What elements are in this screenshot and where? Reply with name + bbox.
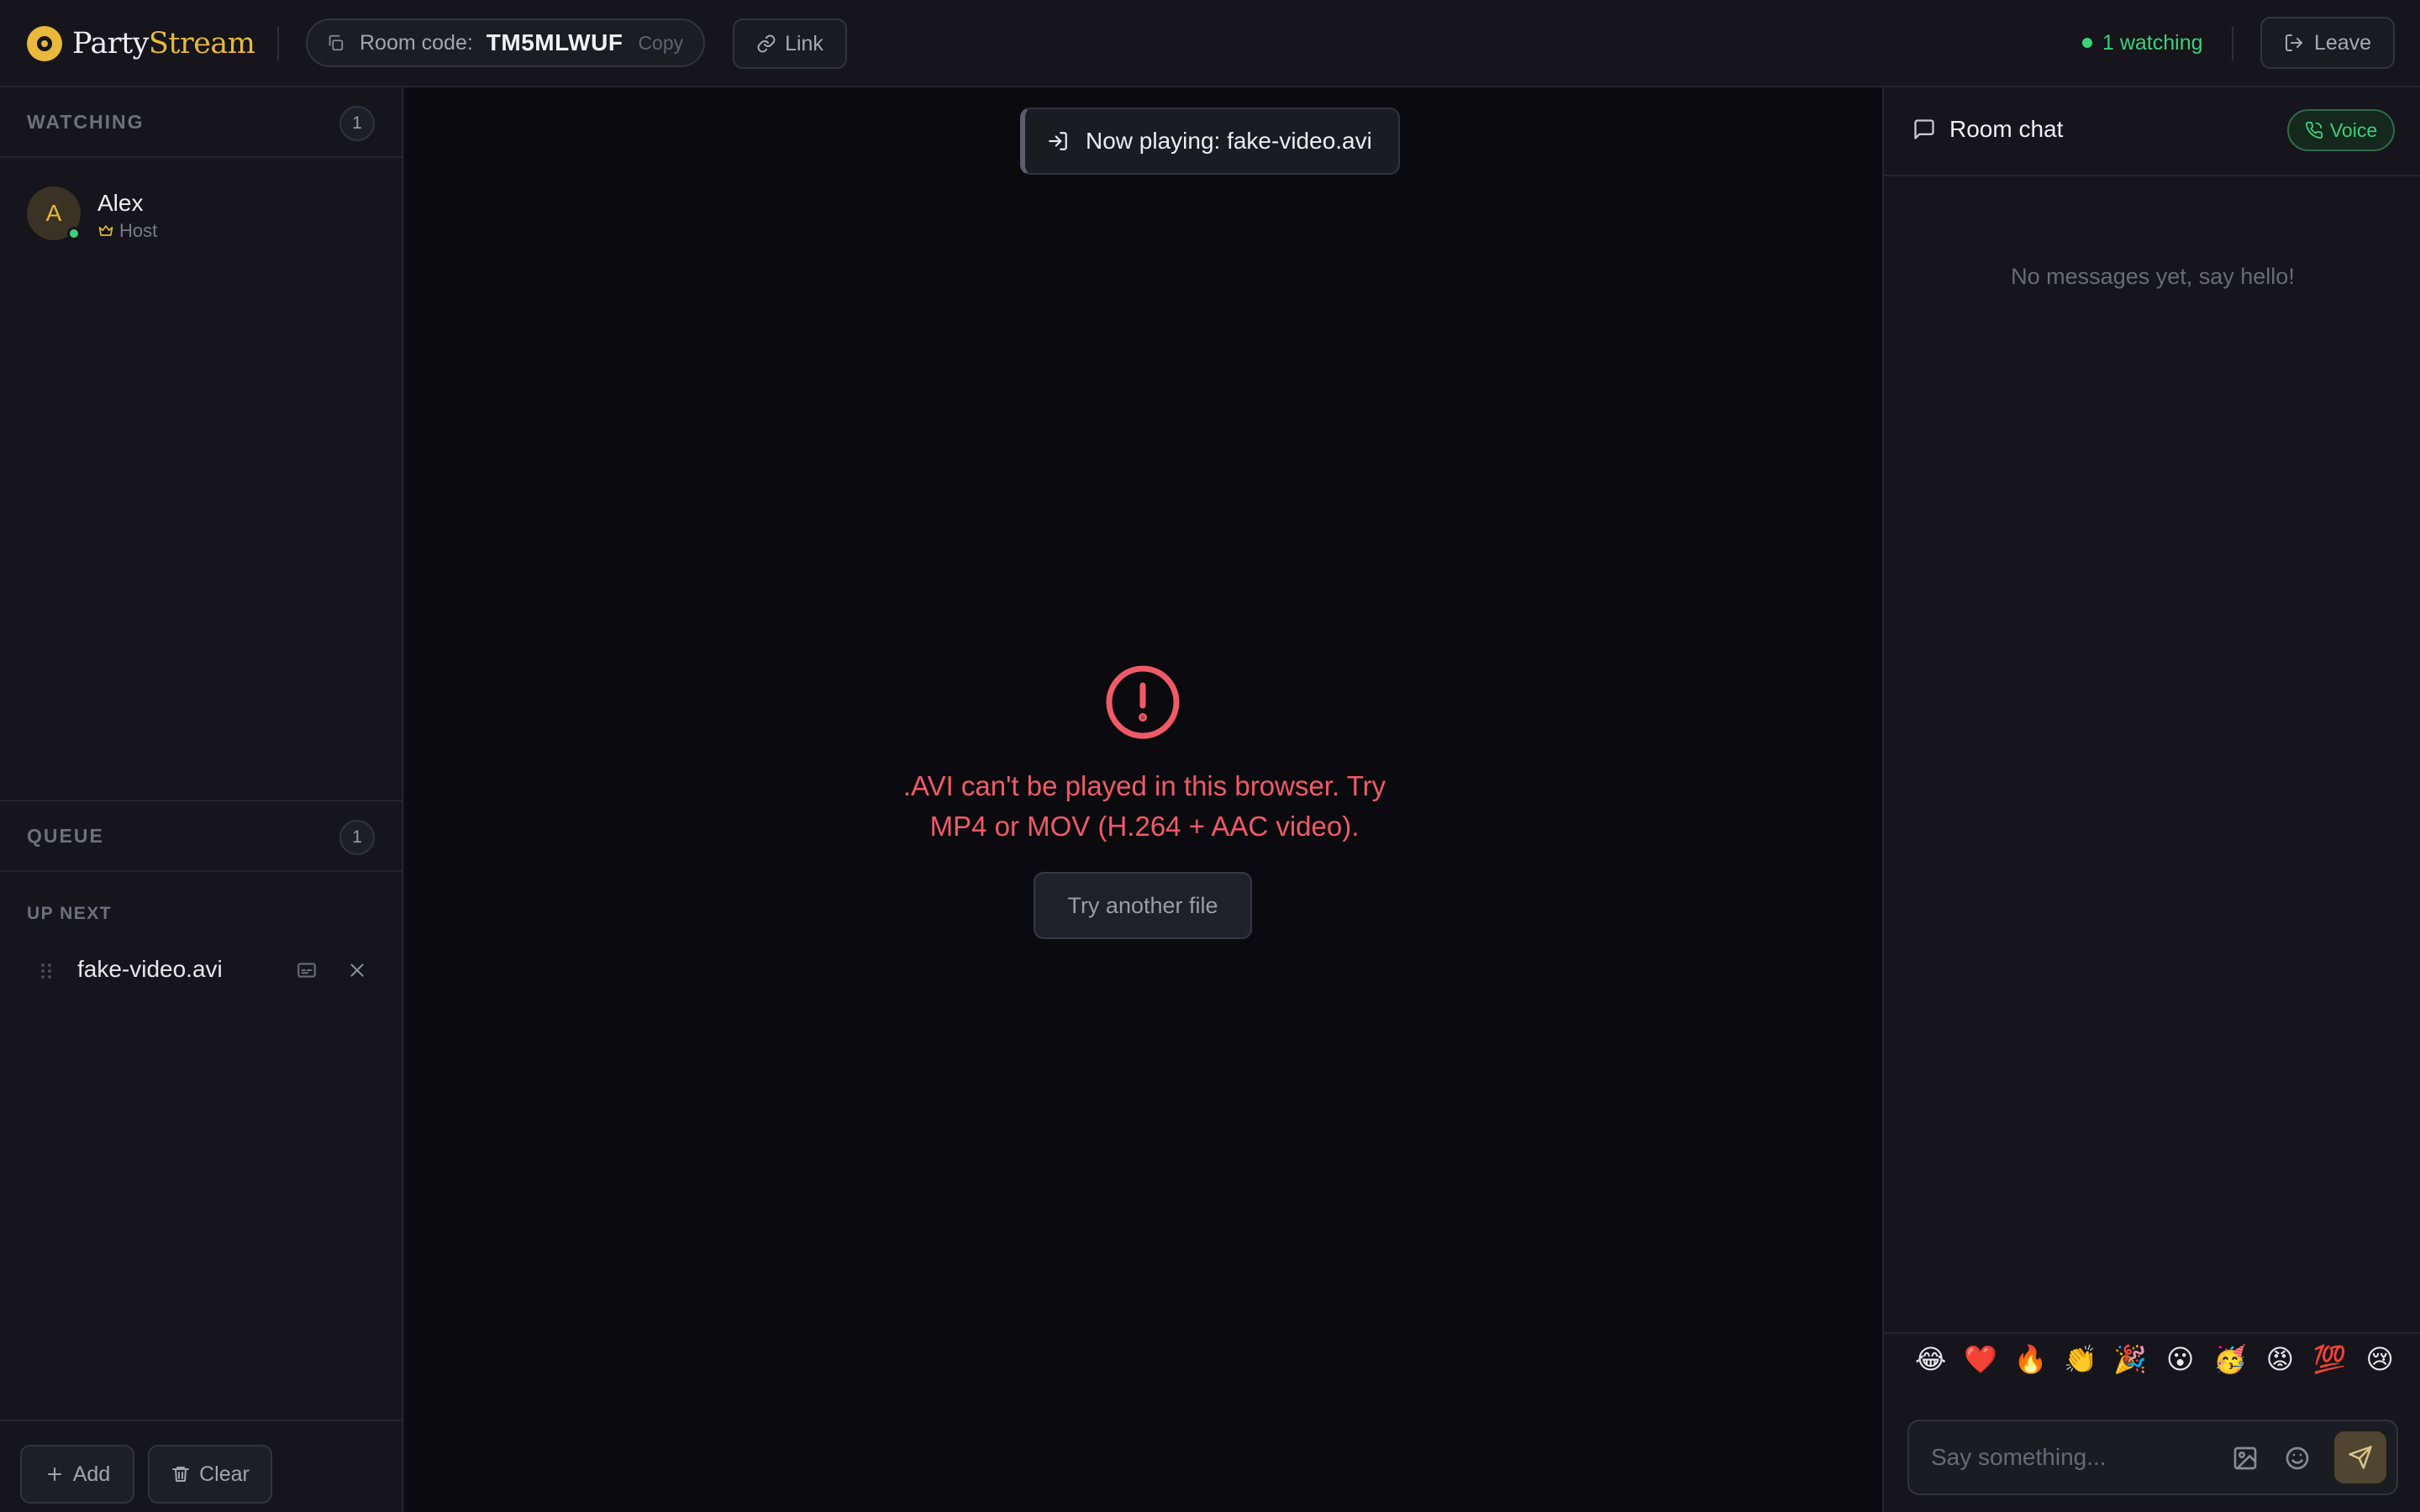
watching-section-header: WATCHING 1 [0,87,402,158]
image-icon[interactable] [2232,1445,2259,1472]
reaction-emoji[interactable]: ❤️ [1955,1343,2005,1375]
app-logo[interactable]: PartyStream [27,25,255,62]
add-button-label: Add [72,1462,111,1486]
watching-indicator: 1 watching [2082,29,2203,57]
chat-message-input[interactable] [1931,1438,2217,1477]
chat-title-label: Room chat [1949,116,2064,142]
queue-section-header: QUEUE 1 [0,801,402,872]
empty-chat-message: No messages yet, say hello! [2011,264,2295,289]
watching-count-label: 1 watching [2102,30,2203,55]
video-stage: Now playing: fake-video.avi .AVI can't b… [405,87,1882,1512]
trash-icon [172,1467,190,1482]
link-icon [757,34,776,53]
member-role-label: Host [119,220,158,241]
leave-room-button[interactable]: Leave [2260,17,2395,69]
phone-icon [2305,121,2323,139]
divider [277,27,279,60]
copy-room-code-button[interactable]: Copy [638,32,683,55]
chat-panel: Room chat Voice No messages yet, say hel… [1882,87,2420,1512]
reaction-emoji[interactable]: 🥳 [2205,1343,2254,1375]
smile-icon[interactable] [2284,1445,2311,1472]
top-bar: PartyStream Room code: TM5MLWUF Copy Lin… [0,0,2420,87]
voice-button-label: Voice [2329,118,2378,141]
chat-title: Room chat [1912,116,2063,143]
add-to-queue-button[interactable]: Add [20,1445,134,1504]
copy-link-button[interactable]: Link [733,18,847,69]
member-item[interactable]: A Alex Host [27,186,380,242]
logout-icon [2285,34,2302,51]
clear-queue-button[interactable]: Clear [148,1445,272,1504]
online-status-dot [2082,38,2092,48]
voice-chat-button[interactable]: Voice [2287,109,2395,151]
member-role: Host [97,220,157,242]
plus-icon [47,1467,61,1481]
subtitles-icon[interactable] [296,959,318,981]
close-icon[interactable] [346,959,368,981]
sidebar-footer: Add Clear [0,1420,402,1512]
queue-count-badge: 1 [339,820,375,855]
online-status-dot [67,227,81,240]
queue-section: QUEUE 1 UP NEXT fake-video.avi [0,800,402,1388]
left-sidebar: WATCHING 1 A Alex Host QUEUE 1 UP NEXT f… [0,87,403,1512]
watching-count-badge: 1 [339,106,375,141]
room-code-label: Room code: [360,30,473,55]
chat-composer [1907,1420,2398,1495]
partystream-logo-icon [27,26,62,61]
enter-icon [1049,132,1067,150]
reaction-emoji[interactable]: 😢 [2355,1343,2405,1375]
playback-error-message: .AVI can't be played in this browser. Tr… [902,770,1386,842]
reaction-emoji[interactable]: 💯 [2305,1343,2354,1375]
up-next-label: UP NEXT [27,904,113,923]
message-square-icon [1914,119,1934,139]
drag-handle-icon[interactable] [39,961,54,981]
member-name: Alex [97,190,144,216]
leave-button-label: Leave [2313,30,2372,55]
try-another-file-button[interactable]: Try another file [1034,872,1252,939]
link-button-label: Link [785,31,823,55]
reaction-emoji[interactable]: 😮 [2155,1343,2205,1375]
divider [2232,27,2233,60]
clear-button-label: Clear [199,1462,250,1486]
room-code-value: TM5MLWUF [486,29,623,55]
send-message-button[interactable] [2334,1431,2386,1483]
alert-circle-icon [1106,665,1180,739]
chat-header: Room chat Voice [1884,87,2420,176]
quick-reaction-bar: 😂 ❤️ 🔥 👏 🎉 😮 🥳 😡 💯 😢 [1884,1332,2420,1384]
room-code-pill[interactable]: Room code: TM5MLWUF Copy [306,18,705,67]
reaction-emoji[interactable]: 😡 [2255,1343,2305,1375]
reaction-emoji[interactable]: 🎉 [2106,1343,2155,1375]
watching-section-title: WATCHING [27,111,145,133]
send-icon [2349,1446,2372,1469]
reaction-emoji[interactable]: 😂 [1906,1343,1955,1375]
reaction-emoji[interactable]: 👏 [2055,1343,2105,1375]
app-name: PartyStream [72,27,255,60]
queue-section-title: QUEUE [27,825,104,847]
now-playing-toast: Now playing: fake-video.avi [1020,108,1400,175]
reaction-emoji[interactable]: 🔥 [2006,1343,2055,1375]
queue-item-name: fake-video.avi [77,956,223,982]
crown-icon [98,225,113,236]
queue-item[interactable]: fake-video.avi [27,949,380,990]
copy-icon [329,34,344,51]
now-playing-text: Now playing: fake-video.avi [1086,128,1372,154]
